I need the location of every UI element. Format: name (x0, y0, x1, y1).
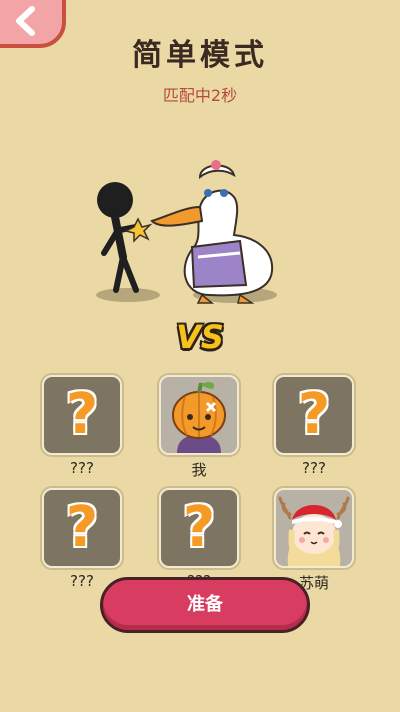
unknown-player-box: ? (274, 375, 354, 455)
vs-label: VS (176, 318, 224, 356)
stickman-shadow (96, 288, 160, 302)
stickman-figure (97, 182, 139, 293)
question-mark-icon: ? (65, 495, 99, 560)
ready-button[interactable]: 准备 (100, 577, 310, 633)
question-mark-icon: ? (65, 382, 99, 447)
player-name: ??? (70, 459, 94, 477)
player-name: ??? (302, 459, 326, 477)
question-mark-icon: ? (297, 382, 331, 447)
player-slot[interactable]: ? ??? (272, 375, 356, 477)
impact-spark (123, 217, 153, 243)
player-name: 我 (191, 461, 207, 479)
mode-title: 简单模式 (132, 38, 268, 73)
player-slot-me[interactable]: 我 (157, 375, 241, 480)
pumpkin-avatar-icon (159, 375, 239, 455)
question-mark-icon: ? (182, 495, 216, 560)
matching-timer: 匹配中2秒 (162, 86, 238, 105)
unknown-player-box: ? (42, 375, 122, 455)
player-slot[interactable]: ? ??? (40, 375, 124, 477)
player-slot[interactable]: ? ??? (40, 488, 124, 590)
unknown-player-box: ? (159, 488, 239, 568)
player-slot[interactable]: ? ??? (157, 488, 241, 590)
reindeer-girl-avatar-icon (274, 488, 354, 568)
goose-figure (150, 160, 274, 304)
battle-illustration (90, 145, 310, 310)
unknown-player-box: ? (42, 488, 122, 568)
